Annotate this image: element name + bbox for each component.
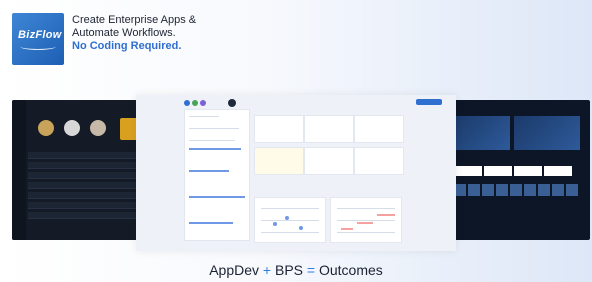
footer-plus: + (262, 262, 272, 278)
footer-middle: BPS (274, 262, 303, 278)
banner (514, 116, 580, 150)
tile (510, 184, 522, 196)
table-row (28, 192, 138, 199)
banner (454, 116, 510, 150)
table-row (28, 212, 138, 219)
table-row (28, 172, 138, 179)
chart-card (254, 197, 326, 243)
table-row (28, 202, 138, 209)
grid-line (261, 232, 319, 233)
primary-button (416, 99, 442, 105)
headline-line-3: No Coding Required. (72, 40, 182, 52)
avatar (38, 120, 54, 136)
tile (468, 184, 480, 196)
program-dashboard-screenshot (446, 100, 590, 240)
tile (538, 184, 550, 196)
inbox-panel (184, 109, 250, 241)
tile (524, 184, 536, 196)
divider (189, 128, 239, 129)
footer-right: Outcomes (318, 262, 383, 278)
task-card (254, 115, 304, 143)
headline-line-2: Automate Workflows. (72, 27, 176, 39)
panel-title-line (189, 116, 219, 117)
progress-bar (189, 170, 229, 172)
trend-bar (377, 214, 395, 216)
avatar (64, 120, 80, 136)
data-point (273, 222, 277, 226)
avatar (200, 100, 206, 106)
tile (482, 184, 494, 196)
task-card (304, 115, 354, 143)
dashboard-sidebar (12, 100, 26, 240)
divider (189, 140, 235, 141)
avatar (184, 100, 190, 106)
data-point (299, 226, 303, 230)
headline-line-1: Create Enterprise Apps & (72, 14, 197, 26)
footer-tagline: AppDev + BPS = Outcomes (0, 262, 592, 278)
footer-equals: = (306, 262, 316, 278)
grid-line (261, 220, 319, 221)
tile (552, 184, 564, 196)
grid-line (337, 220, 395, 221)
table-row (28, 182, 138, 189)
data-point (285, 216, 289, 220)
stat-card (484, 166, 512, 176)
logo-swoosh-icon (20, 43, 56, 50)
headline: Create Enterprise Apps & Automate Workfl… (72, 14, 196, 53)
progress-bar (189, 196, 245, 198)
trend-bar (341, 228, 353, 230)
task-card (254, 147, 304, 175)
task-dashboard-screenshot (136, 95, 456, 251)
table-row (28, 152, 138, 159)
grid-line (337, 232, 395, 233)
avatar (192, 100, 198, 106)
trend-bar (357, 222, 373, 224)
dark-dashboard-screenshot (12, 100, 152, 240)
grid-line (261, 208, 319, 209)
progress-bar (189, 222, 233, 224)
task-card (354, 115, 404, 143)
chart-card (330, 197, 402, 243)
menu-icon (228, 99, 236, 107)
stat-card (454, 166, 482, 176)
top-nav (184, 98, 444, 107)
stat-card (514, 166, 542, 176)
table-row (28, 162, 138, 169)
grid-line (337, 208, 395, 209)
tile (566, 184, 578, 196)
stat-card (544, 166, 572, 176)
task-card (354, 147, 404, 175)
avatar (90, 120, 106, 136)
footer-left: AppDev (209, 262, 260, 278)
progress-bar (189, 148, 241, 150)
tile (496, 184, 508, 196)
task-card (304, 147, 354, 175)
bizflow-logo: BizFlow (12, 13, 64, 65)
